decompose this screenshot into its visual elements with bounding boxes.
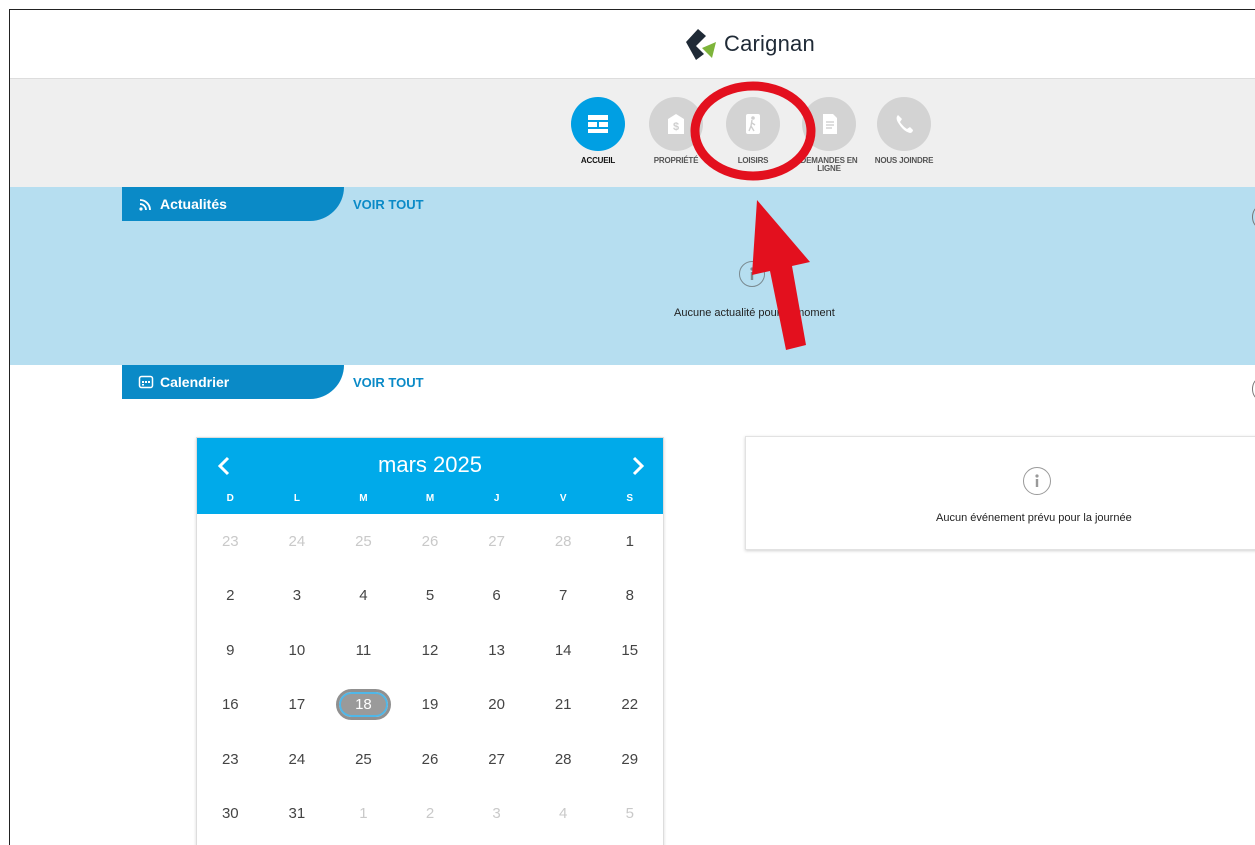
calendar-day[interactable]: 3 — [264, 587, 331, 604]
calendar-day[interactable]: 16 — [197, 696, 264, 713]
news-section: Actualités VOIR TOUT Aucune actualité po… — [10, 187, 1255, 365]
calendar-day[interactable]: 24 — [264, 751, 331, 768]
carignan-logo-icon — [686, 29, 716, 60]
calendar-day[interactable]: 20 — [463, 696, 530, 713]
news-title: Actualités — [160, 196, 227, 212]
calendar-week-row: 9 10 11 12 13 14 15 — [197, 623, 663, 678]
hiking-icon — [726, 97, 780, 151]
calendar-month-title: mars 2025 — [378, 452, 482, 477]
days-of-week-row: DLMMJVS — [197, 493, 663, 504]
calendar-day[interactable]: 26 — [397, 751, 464, 768]
calendar-day[interactable]: 25 — [330, 751, 397, 768]
chevron-right-icon — [632, 456, 645, 476]
calendar-day[interactable]: 27 — [463, 533, 530, 550]
day-of-week-label: S — [626, 493, 634, 504]
calendar-day[interactable]: 4 — [330, 587, 397, 604]
rss-icon — [132, 196, 160, 212]
calendar-day-selected[interactable]: 18 — [330, 689, 397, 721]
calendar-week-row: 23 24 25 26 27 28 1 — [197, 514, 663, 569]
day-of-week-label: D — [226, 493, 234, 504]
calendar-day[interactable]: 8 — [596, 587, 663, 604]
calendar-day[interactable]: 6 — [463, 587, 530, 604]
day-of-week-label: L — [293, 493, 300, 504]
calendar-day[interactable]: 12 — [397, 642, 464, 659]
calendar-widget: mars 2025 DLMMJVS 23 24 25 26 27 28 1 2 3 4 5 6 7 8 9 1… — [196, 437, 664, 845]
calendar-day[interactable]: 2 — [197, 587, 264, 604]
calendar-grid: 23 24 25 26 27 28 1 2 3 4 5 6 7 8 9 10 11 12 13 14 15 16 17 18 1… — [197, 514, 663, 841]
calendar-day[interactable]: 29 — [596, 751, 663, 768]
day-of-week-label: M — [425, 493, 435, 504]
calendar-day[interactable]: 17 — [264, 696, 331, 713]
nav-item-accueil[interactable]: ACCUEIL — [563, 97, 633, 165]
calendar-day[interactable]: 5 — [397, 587, 464, 604]
calendar-day[interactable]: 13 — [463, 642, 530, 659]
nav-label: DEMANDES EN LIGNE — [800, 156, 858, 173]
selected-day-pill: 18 — [336, 689, 391, 721]
calendar-icon — [132, 374, 160, 390]
events-panel: Aucun événement prévu pour la journée — [745, 436, 1255, 550]
main-nav: ACCUEIL $ PROPRIÉTÉ LOISIRS DEMANDES EN … — [10, 78, 1255, 188]
calendar-day[interactable]: 7 — [530, 587, 597, 604]
calendar-header: mars 2025 D L M M J V S — [197, 438, 663, 514]
document-icon — [802, 97, 856, 151]
calendar-day[interactable]: 27 — [463, 751, 530, 768]
nav-item-loisirs[interactable]: LOISIRS — [718, 97, 788, 165]
day-of-week-label: M — [359, 493, 368, 504]
day-of-week-label: V — [559, 493, 567, 504]
calendar-day[interactable]: 15 — [596, 642, 663, 659]
calendar-week-row: 2345678 — [197, 569, 663, 624]
calendar-day[interactable]: 24 — [264, 533, 331, 550]
calendar-day[interactable]: 23 — [197, 533, 264, 550]
brand-logo[interactable]: Carignan — [682, 26, 815, 62]
brand-name: Carignan — [724, 31, 815, 56]
header: Carignan — [10, 10, 1255, 78]
calendar-day[interactable]: 26 — [397, 533, 464, 550]
calendar-day[interactable]: 11 — [330, 642, 397, 659]
calendar-day[interactable]: 4 — [530, 805, 597, 822]
nav-item-propriete[interactable]: $ PROPRIÉTÉ — [641, 97, 711, 165]
nav-label: LOISIRS — [737, 156, 769, 165]
calendar-week-row: 16 17 18 19 20 21 22 — [197, 678, 663, 733]
calendar-tab: Calendrier — [122, 365, 344, 399]
calendar-day[interactable]: 14 — [530, 642, 597, 659]
dollar-house-icon: $ — [649, 97, 703, 151]
calendar-title: Calendrier — [160, 374, 230, 390]
calendar-day[interactable]: 3 — [463, 805, 530, 822]
calendar-day[interactable]: 10 — [264, 642, 331, 659]
calendar-day[interactable]: 28 — [530, 751, 597, 768]
calendar-day[interactable]: 23 — [197, 751, 264, 768]
nav-item-demandes-en-ligne[interactable]: DEMANDES EN LIGNE — [794, 97, 864, 173]
calendar-day[interactable]: 25 — [330, 533, 397, 550]
calendar-day[interactable]: 21 — [530, 696, 597, 713]
calendar-day[interactable]: 2 — [397, 805, 464, 822]
calendar-day[interactable]: 30 — [197, 805, 264, 822]
calendar-day[interactable]: 1 — [330, 805, 397, 822]
phone-icon — [877, 97, 931, 151]
news-tab: Actualités — [122, 187, 344, 221]
calendar-day[interactable]: 22 — [596, 696, 663, 713]
news-empty-message: Aucune actualité pour le moment — [674, 307, 835, 319]
news-see-all-link[interactable]: VOIR TOUT — [353, 197, 424, 212]
calendar-day[interactable]: 1 — [596, 533, 663, 550]
calendar-week-row: 30 31 1 2 3 4 5 — [197, 787, 663, 842]
calendar-day[interactable]: 9 — [197, 642, 264, 659]
next-month-button[interactable] — [623, 452, 653, 480]
calendar-day[interactable]: 31 — [264, 805, 331, 822]
calendar-week-row: 23 24 25 26 27 28 29 — [197, 732, 663, 787]
nav-label: ACCUEIL — [580, 156, 616, 165]
calendar-day[interactable]: 19 — [397, 696, 464, 713]
grid-icon — [571, 97, 625, 151]
nav-label: PROPRIÉTÉ — [653, 156, 699, 165]
app-frame: Carignan ACCUEIL $ PROPRIÉTÉ LOISIRS DEM… — [9, 9, 1255, 845]
nav-item-nous-joindre[interactable]: NOUS JOINDRE — [869, 97, 939, 165]
nav-label: NOUS JOINDRE — [874, 156, 934, 165]
calendar-see-all-link[interactable]: VOIR TOUT — [353, 375, 424, 390]
svg-text:$: $ — [673, 121, 679, 133]
day-of-week-label: J — [493, 493, 500, 504]
info-icon — [1023, 467, 1051, 495]
info-icon — [739, 261, 765, 287]
calendar-day[interactable]: 5 — [596, 805, 663, 822]
calendar-day[interactable]: 28 — [530, 533, 597, 550]
events-empty-message: Aucun événement prévu pour la journée — [936, 512, 1132, 524]
